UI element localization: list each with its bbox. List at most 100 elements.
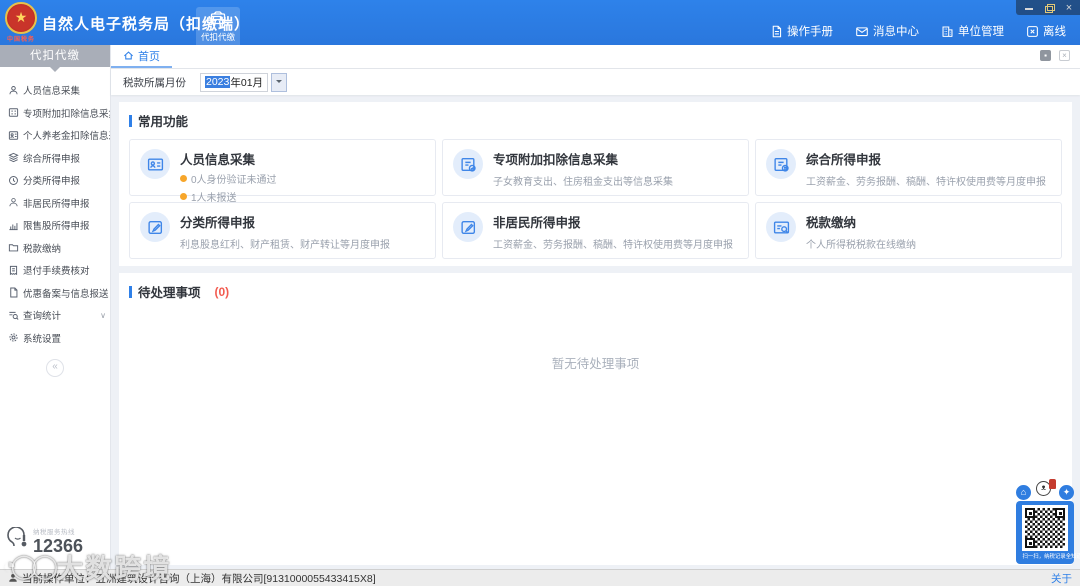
gear-icon	[9, 333, 18, 342]
menu-manual-label: 操作手册	[787, 26, 833, 38]
card-comprehensive-income[interactable]: 综合所得申报 工资薪金、劳务报酬、稿酬、特许权使用费等月度申报	[755, 139, 1062, 196]
qr-code	[1022, 505, 1068, 551]
card-check-icon	[453, 149, 483, 179]
sidebar-item-preferential-filing[interactable]: 优惠备案与信息报送 ∨	[0, 282, 110, 305]
card-subtitle: 工资薪金、劳务报酬、稿酬、特许权使用费等月度申报	[806, 177, 1046, 188]
window-controls: ×	[1016, 0, 1080, 15]
card-classified-income[interactable]: 分类所得申报 利息股息红利、财产租赁、财产转让等月度申报	[129, 202, 436, 259]
red-stamp-icon[interactable]	[1049, 479, 1056, 489]
card-special-deduction[interactable]: 专项附加扣除信息采集 子女教育支出、住房租金支出等信息采集	[442, 139, 749, 196]
card-status-line: 0人身份验证未通过	[180, 171, 277, 186]
document-icon	[10, 287, 18, 298]
current-unit-text: 当前操作单位：五洲建筑设计咨询（上海）有限公司[9131000055433415…	[22, 572, 376, 585]
about-link[interactable]: 关于	[1051, 571, 1072, 586]
edit-pencil-icon	[140, 212, 170, 242]
title-bar: ★ 中国税务 自然人电子税务局（扣缴端） 代扣代缴 操作手册 消息中心 单位管理	[0, 0, 1080, 45]
tab-home-label: 首页	[138, 50, 160, 63]
bar-chart-icon	[9, 222, 18, 230]
sidebar-item-query-statistics[interactable]: 查询统计 ∨	[0, 304, 110, 327]
sidebar-item-label: 综合所得申报	[23, 153, 81, 165]
menu-unit-label: 单位管理	[958, 26, 1004, 38]
card-personnel-info[interactable]: 人员信息采集 0人身份验证未通过 1人未报送	[129, 139, 436, 204]
common-functions-title: 常用功能	[138, 115, 189, 129]
card-subtitle: 工资薪金、劳务报酬、稿酬、特许权使用费等月度申报	[493, 240, 733, 251]
card-coin-icon	[766, 149, 796, 179]
deduction-list-icon	[8, 108, 19, 118]
card-subtitle: 子女教育支出、住房租金支出等信息采集	[493, 177, 673, 188]
function-card-grid: 人员信息采集 0人身份验证未通过 1人未报送 专项附加扣除信息采集 子女教育支出…	[129, 139, 1062, 259]
sidebar-item-special-deduction[interactable]: 专项附加扣除信息采集	[0, 102, 110, 125]
sidebar: 代扣代缴 人员信息采集 专项附加扣除信息采集 个人养老金扣除信息采集 综合所得申…	[0, 45, 111, 569]
close-icon[interactable]: ×	[1064, 3, 1074, 14]
floating-mascots: ⌂ ᴥ ✦	[1016, 479, 1074, 501]
hotline-block: 纳税服务热线 12366	[6, 526, 83, 557]
menu-manual[interactable]: 操作手册	[770, 23, 833, 39]
card-nonresident-income[interactable]: 非居民所得申报 工资薪金、劳务报酬、稿酬、特许权使用费等月度申报	[442, 202, 749, 259]
sidebar-item-label: 系统设置	[23, 333, 62, 345]
current-unit-user-icon	[9, 573, 17, 582]
sidebar-collapse-button[interactable]: «	[46, 359, 64, 377]
folder-icon	[8, 244, 19, 252]
tax-month-year-selected: 2023	[205, 76, 231, 88]
sidebar-item-tax-payment[interactable]: 税款缴纳	[0, 237, 110, 260]
hotline-caption: 纳税服务热线	[33, 529, 75, 536]
emblem-caption: 中国税务	[6, 37, 35, 43]
sidebar-item-personnel-info[interactable]: 人员信息采集	[0, 79, 110, 102]
robot-assistant-icon[interactable]: ⌂	[1016, 485, 1031, 500]
restore-icon[interactable]	[1044, 3, 1055, 13]
sidebar-item-restricted-shares[interactable]: 限售股所得申报	[0, 214, 110, 237]
todo-header: 待处理事项 (0)	[129, 282, 1062, 301]
tax-month-dropdown-button[interactable]	[271, 72, 288, 92]
menu-message-center[interactable]: 消息中心	[855, 23, 919, 39]
sidebar-item-refund-fee-check[interactable]: 退付手续费核对	[0, 259, 110, 282]
national-emblem-icon: ★	[5, 2, 37, 34]
edit-pencil-icon	[453, 212, 483, 242]
card-title: 分类所得申报	[180, 216, 256, 230]
tab-home[interactable]: 首页	[111, 45, 172, 68]
module-tab-withholding[interactable]: 代扣代缴	[196, 7, 240, 45]
search-stats-icon	[9, 311, 19, 320]
hotline-number: 12366	[33, 536, 84, 556]
tax-emblem-logo: ★ 中国税务	[4, 1, 38, 44]
card-subtitle: 利息股息红利、财产租赁、财产转让等月度申报	[180, 240, 390, 251]
receipt-icon	[9, 265, 18, 275]
tab-strip: 首页 ▪ ×	[111, 45, 1080, 69]
building-icon	[942, 26, 953, 37]
layers-icon	[8, 153, 19, 163]
todo-panel: 待处理事项 (0) 暂无待处理事项	[119, 273, 1072, 565]
sidebar-item-comprehensive-income[interactable]: 综合所得申报	[0, 147, 110, 170]
sidebar-item-label: 人员信息采集	[23, 86, 81, 98]
clock-icon	[9, 175, 18, 185]
tab-close-icon[interactable]: ×	[1059, 50, 1070, 61]
chevron-down-icon: ∨	[100, 310, 106, 320]
tab-restore-icon[interactable]: ▪	[1040, 50, 1051, 61]
sidebar-item-pension-deduction[interactable]: 个人养老金扣除信息采集	[0, 124, 110, 147]
sidebar-menu: 人员信息采集 专项附加扣除信息采集 个人养老金扣除信息采集 综合所得申报 分类所…	[0, 79, 110, 349]
card-title: 人员信息采集	[180, 153, 256, 167]
sidebar-item-label: 税款缴纳	[23, 243, 62, 255]
main-area: 首页 ▪ × 税款所属月份 2023 年01月 常用功能 人员信息采集 0人身份…	[111, 45, 1080, 569]
sidebar-item-nonresident-income[interactable]: 非居民所得申报	[0, 192, 110, 215]
common-functions-header: 常用功能	[129, 111, 1062, 130]
minimize-icon[interactable]	[1024, 3, 1034, 13]
tax-month-input[interactable]: 2023 年01月	[200, 72, 269, 92]
menu-offline[interactable]: 离线	[1026, 23, 1066, 39]
card-title: 专项附加扣除信息采集	[493, 153, 619, 167]
warning-dot-icon	[180, 193, 187, 200]
sidebar-item-system-settings[interactable]: 系统设置	[0, 327, 110, 350]
sidebar-item-label: 查询统计	[23, 311, 62, 323]
card-title: 非居民所得申报	[493, 216, 581, 230]
sidebar-item-label: 限售股所得申报	[23, 221, 90, 233]
card-tax-payment[interactable]: 税款缴纳 个人所得税税款在线缴纳	[755, 202, 1062, 259]
sidebar-item-classified-income[interactable]: 分类所得申报	[0, 169, 110, 192]
status-text: 0人身份验证未通过	[191, 175, 277, 186]
menu-message-label: 消息中心	[873, 26, 919, 38]
qr-code-panel[interactable]: 扫一扫，纳税记录全知道	[1016, 501, 1080, 564]
todo-count-badge: (0)	[214, 284, 230, 299]
sidebar-item-label: 优惠备案与信息报送	[23, 288, 109, 300]
card-search-icon	[766, 212, 796, 242]
wallet-icon	[210, 11, 226, 25]
service-badge-icon[interactable]: ✦	[1059, 485, 1074, 500]
pension-card-icon	[8, 130, 19, 140]
menu-unit-management[interactable]: 单位管理	[941, 23, 1004, 39]
